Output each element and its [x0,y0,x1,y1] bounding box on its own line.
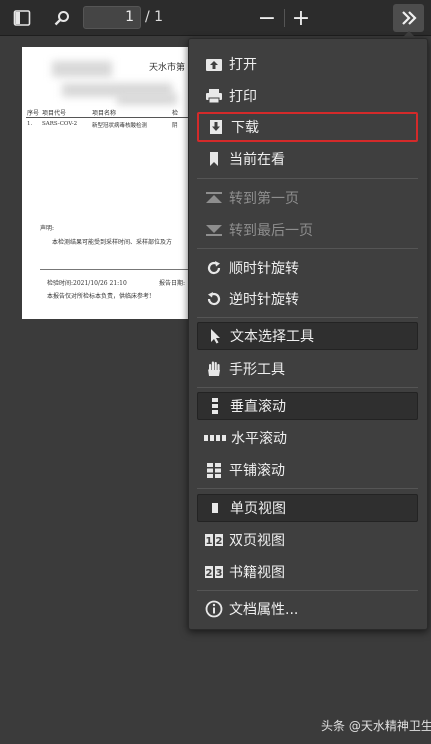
sidebar-icon [13,10,31,26]
menu-item-label: 文本选择工具 [230,329,314,345]
menu-item-print[interactable]: 打印 [197,82,418,110]
menu-item-label: 手形工具 [229,362,285,378]
toolbar-separator [284,9,285,27]
download-icon [205,118,227,136]
col-header-code: 项目代号 [42,110,67,117]
zoom-out-button[interactable]: − [255,4,279,32]
footer-test-time: 检验时间:2021/10/26 21:10 [47,280,127,287]
single-page-icon [204,499,226,517]
svg-text:3: 3 [216,568,223,578]
tools-menu-button[interactable] [393,4,424,32]
svg-text:1: 1 [206,536,213,546]
menu-caret [402,31,416,38]
watermark: 头条 @天水精神卫生 [321,719,431,733]
menu-item-document-properties[interactable]: 文档属性... [197,595,418,623]
zoom-in-button[interactable]: + [289,4,313,32]
remark-text: 本检测结果可能受到采样时间、采样部位及方 [52,239,173,246]
menu-separator [197,488,418,489]
row-code: SARS-COV-2 [42,121,78,127]
menu-item-label: 当前在看 [229,152,285,168]
menu-item-vertical-scroll[interactable]: 垂直滚动 [197,392,418,420]
menu-item-wrapped-scroll[interactable]: 平铺滚动 [197,456,418,484]
two-page-icon: 12 [203,531,225,549]
footer-note: 本报告仅对所检标本负责，供临床参考! [47,293,152,300]
menu-item-first-page[interactable]: 转到第一页 [197,184,418,212]
menu-item-single-page[interactable]: 单页视图 [197,494,418,522]
svg-text:2: 2 [206,568,213,578]
menu-item-book-view[interactable]: 23 书籍视图 [197,558,418,586]
open-icon [203,55,225,73]
col-header-index: 序号 [27,110,40,117]
menu-item-download[interactable]: 下载 [197,112,418,142]
menu-separator [197,590,418,591]
bookmark-icon [203,150,225,168]
menu-item-label: 打印 [229,89,257,105]
menu-item-label: 逆时针旋转 [229,292,299,308]
rotate-ccw-icon [203,290,225,308]
footer-rule [40,269,194,270]
menu-item-rotate-ccw[interactable]: 逆时针旋转 [197,285,418,313]
menu-separator [197,317,418,318]
menu-item-text-select[interactable]: 文本选择工具 [197,322,418,350]
menu-item-last-page[interactable]: 转到最后一页 [197,216,418,244]
menu-item-label: 单页视图 [230,501,286,517]
print-icon [203,87,225,105]
document-page[interactable]: 天水市第 序号 项目代号 项目名称 检 1. SARS-COV-2 新型冠状病毒… [22,47,196,319]
tools-menu: 打开 打印 下载 当前在看 转到第一页 转到最后一页 顺时针旋转 逆时针旋转 文… [188,38,428,630]
page-total: / 1 [145,9,164,25]
menu-item-label: 顺时针旋转 [229,261,299,277]
menu-item-label: 文档属性... [229,602,299,618]
hospital-title: 天水市第 [149,63,186,73]
col-header-name: 项目名称 [92,110,117,117]
vertical-scroll-icon [204,397,226,415]
book-view-icon: 23 [203,563,225,581]
hand-icon [203,360,225,378]
menu-item-label: 转到第一页 [229,191,299,207]
menu-separator [197,178,418,179]
menu-item-label: 转到最后一页 [229,223,313,239]
row-result: 阴 [172,123,178,129]
first-page-icon [203,189,225,207]
menu-item-label: 打开 [229,57,257,73]
menu-separator [197,248,418,249]
menu-separator [197,387,418,388]
menu-item-label: 下载 [231,120,259,136]
menu-item-label: 水平滚动 [231,431,287,447]
menu-item-label: 平铺滚动 [229,463,285,479]
redacted-area [117,93,177,105]
table-rule [26,117,194,118]
row-index: 1. [27,121,33,127]
sidebar-toggle-button[interactable] [8,4,36,32]
redacted-area [52,61,112,77]
menu-item-rotate-cw[interactable]: 顺时针旋转 [197,254,418,282]
menu-item-horizontal-scroll[interactable]: 水平滚动 [197,424,418,452]
horizontal-scroll-icon [203,429,227,447]
page-number-input[interactable]: 1 [83,6,141,29]
menu-item-open[interactable]: 打开 [197,50,418,78]
rotate-cw-icon [203,259,225,277]
cursor-icon [204,327,226,345]
menu-item-label: 双页视图 [229,533,285,549]
last-page-icon [203,221,225,239]
row-name: 新型冠状病毒核酸检测 [92,123,148,129]
toolbar: 1 / 1 − + [0,0,431,36]
search-icon [54,11,69,26]
menu-item-label: 书籍视图 [229,565,285,581]
remark-label: 声明: [40,225,55,232]
menu-item-current-view[interactable]: 当前在看 [197,145,418,173]
footer-report-date: 报告日期: [159,280,186,287]
search-button[interactable] [48,4,76,32]
col-header-result: 检 [172,110,179,117]
menu-item-label: 垂直滚动 [230,399,286,415]
info-icon [203,600,225,618]
menu-item-two-page[interactable]: 12 双页视图 [197,526,418,554]
menu-item-hand-tool[interactable]: 手形工具 [197,355,418,383]
svg-text:2: 2 [216,536,223,546]
wrapped-scroll-icon [203,461,225,479]
double-chevron-right-icon [401,11,417,25]
